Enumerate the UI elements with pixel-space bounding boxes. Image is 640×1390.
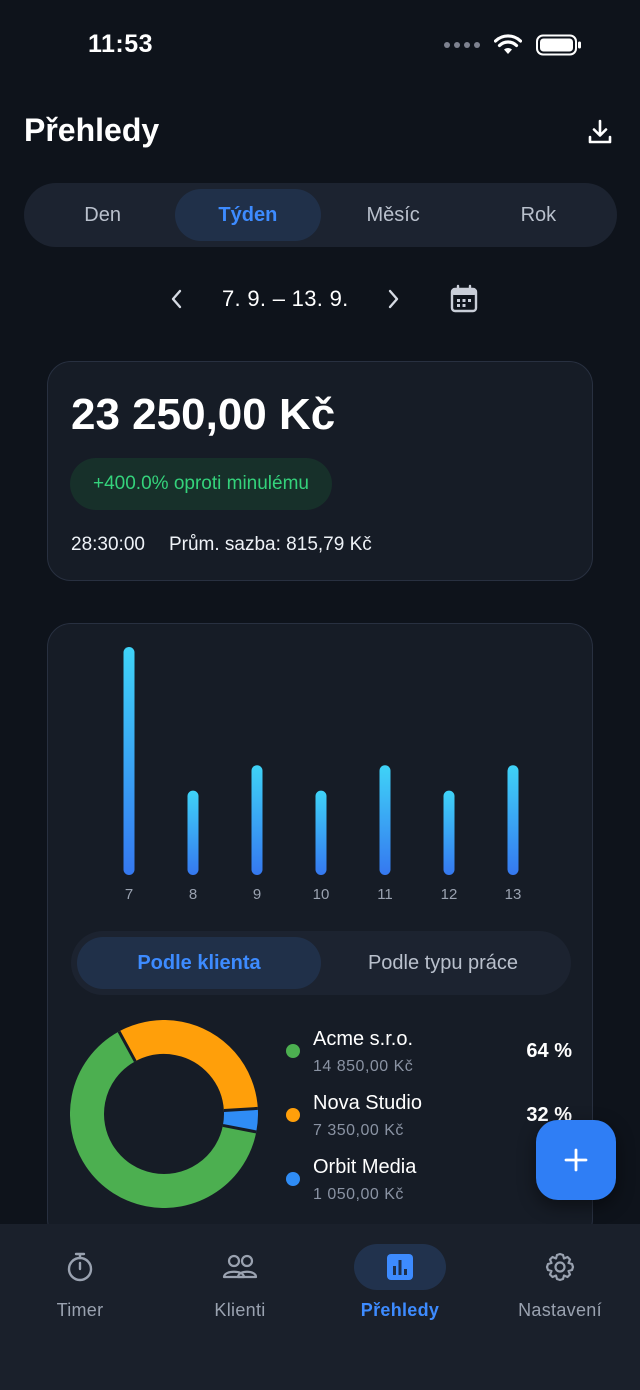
legend-client-name: Acme s.r.o. <box>313 1028 414 1050</box>
legend-dot <box>286 1044 300 1058</box>
calendar-icon <box>450 284 478 313</box>
chevron-right-icon <box>388 289 399 309</box>
legend-client-percent: 64 % <box>526 1040 572 1062</box>
total-duration: 28:30:00 <box>71 534 145 555</box>
chart-bar[interactable] <box>379 765 391 875</box>
previous-period-button[interactable] <box>162 284 192 314</box>
gear-icon <box>545 1252 575 1282</box>
weekly-bar-chart: 7 8 9 10 11 12 13 <box>123 647 522 903</box>
average-rate: Prům. sazba: 815,79 Kč <box>168 534 372 555</box>
plus-icon <box>564 1148 588 1172</box>
bottom-tab-bar: Timer Klienti Přehledy Nastavení <box>0 1224 640 1390</box>
legend-client-name: Nova Studio <box>313 1092 422 1114</box>
total-earnings: 23 250,00 Kč <box>71 390 336 439</box>
legend-dot <box>286 1172 300 1186</box>
period-selector: Den Týden Měsíc Rok <box>24 183 617 247</box>
people-icon <box>222 1254 258 1279</box>
chart-bar[interactable] <box>123 647 135 875</box>
chart-bar[interactable] <box>251 765 263 875</box>
summary-meta: 28:30:00 Prům. sazba: 815,79 Kč <box>71 534 372 556</box>
x-tick-label: 12 <box>441 886 458 903</box>
status-time: 11:53 <box>88 30 154 58</box>
chart-bar[interactable] <box>187 790 199 875</box>
period-tab-day[interactable]: Den <box>30 189 175 241</box>
breakdown-toggle: Podle klienta Podle typu práce <box>71 931 571 995</box>
tab-label: Timer <box>56 1300 104 1320</box>
calendar-button[interactable] <box>447 282 481 316</box>
battery-icon <box>536 34 581 56</box>
date-navigator: 7. 9. – 13. 9. <box>0 276 640 324</box>
legend-item[interactable]: Acme s.r.o. 14 850,00 Kč 64 % <box>286 1026 586 1090</box>
tab-clients[interactable]: Klienti <box>160 1224 320 1334</box>
chevron-left-icon <box>171 289 182 309</box>
change-badge: +400.0% oproti minulému <box>70 458 332 510</box>
x-tick-label: 7 <box>125 886 133 903</box>
donut-separator <box>223 1106 258 1112</box>
legend-client-amount: 14 850,00 Kč <box>313 1058 414 1075</box>
breakdown-by-work-type[interactable]: Podle typu práce <box>321 937 565 989</box>
period-tab-year[interactable]: Rok <box>466 189 611 241</box>
wifi-icon <box>494 34 522 54</box>
legend-client-amount: 7 350,00 Kč <box>313 1122 404 1139</box>
date-range-label: 7. 9. – 13. 9. <box>222 286 349 311</box>
x-tick-label: 11 <box>377 886 393 903</box>
period-tab-week[interactable]: Týden <box>175 189 321 241</box>
client-donut-chart <box>70 1020 258 1208</box>
legend-client-name: Orbit Media <box>313 1156 417 1178</box>
x-tick-label: 9 <box>253 886 261 903</box>
chart-bar[interactable] <box>443 790 455 875</box>
add-entry-button[interactable] <box>536 1120 616 1200</box>
tab-overview[interactable]: Přehledy <box>320 1224 480 1334</box>
bar-chart-icon <box>387 1254 413 1280</box>
status-bar: 11:53 <box>0 0 640 96</box>
x-tick-label: 13 <box>505 886 522 903</box>
chart-bar[interactable] <box>315 790 327 875</box>
page-header: Přehledy <box>24 108 616 158</box>
legend-client-amount: 1 050,00 Kč <box>313 1186 404 1203</box>
stopwatch-icon <box>67 1252 93 1282</box>
status-icons <box>444 34 582 56</box>
legend-dot <box>286 1108 300 1122</box>
x-tick-label: 8 <box>189 886 197 903</box>
chart-bar[interactable] <box>507 765 519 875</box>
period-tab-month[interactable]: Měsíc <box>321 189 466 241</box>
tab-label: Nastavení <box>518 1300 602 1320</box>
next-period-button[interactable] <box>378 284 408 314</box>
tab-label: Klienti <box>214 1300 266 1320</box>
tab-timer[interactable]: Timer <box>0 1224 160 1334</box>
chart-card: 7 8 9 10 11 12 13 Podle klienta Podle typu prá… <box>47 623 593 1243</box>
tab-label: Přehledy <box>360 1300 440 1320</box>
signal-icon <box>444 42 480 48</box>
tab-settings[interactable]: Nastavení <box>480 1224 640 1334</box>
download-button[interactable] <box>584 116 616 148</box>
x-tick-label: 10 <box>313 886 330 903</box>
page-title: Přehledy <box>24 112 160 148</box>
summary-card: 23 250,00 Kč +400.0% oproti minulému 28:… <box>47 361 593 581</box>
breakdown-by-client[interactable]: Podle klienta <box>77 937 321 989</box>
download-icon <box>588 119 612 144</box>
